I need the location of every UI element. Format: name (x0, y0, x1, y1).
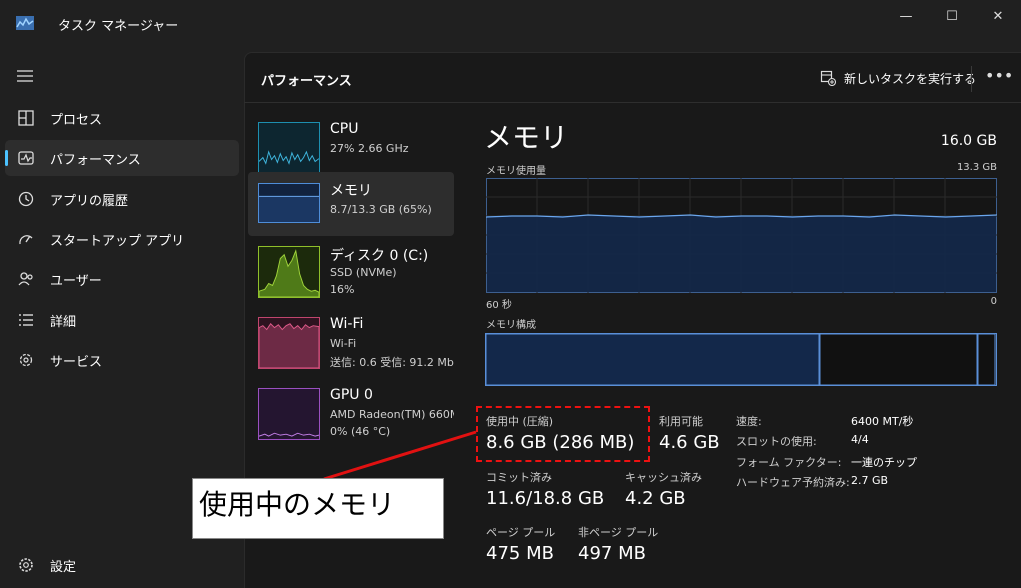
nonpaged-pool-label: 非ページ プール (578, 526, 659, 539)
processes-icon (18, 110, 34, 126)
spec-key: スロットの使用: (736, 435, 817, 448)
new-task-icon (820, 70, 836, 86)
committed-label: コミット済み (486, 471, 552, 484)
resource-item-disk[interactable]: ディスク 0 (C:) SSD (NVMe) 16% (248, 242, 454, 306)
run-new-task-label: 新しいタスクを実行する (844, 71, 977, 86)
memory-usage-graph (486, 178, 997, 293)
run-new-task-button[interactable]: 新しいタスクを実行する (820, 68, 976, 88)
cached-label: キャッシュ済み (625, 471, 702, 484)
resource-name: GPU 0 (330, 387, 373, 403)
paged-pool-value: 475 MB (486, 543, 554, 564)
x-axis-left-label: 60 秒 (486, 300, 512, 311)
minimize-button[interactable]: — (883, 0, 929, 32)
spec-value: 6400 MT/秒 (851, 415, 914, 428)
sidebar-item-label: スタートアップ アプリ (50, 234, 185, 249)
resource-subtitle: AMD Radeon(TM) 660M (330, 408, 454, 421)
sidebar-item-processes[interactable]: プロセス (5, 100, 239, 136)
resource-item-memory[interactable]: メモリ 8.7/13.3 GB (65%) (248, 172, 454, 236)
resource-subtitle: 27% 2.66 GHz (330, 142, 409, 155)
spec-key: ハードウェア予約済み: (736, 476, 850, 489)
annotation-arrow-line (323, 430, 477, 481)
available-label: 利用可能 (659, 415, 703, 428)
spec-value: 一連のチップ (851, 456, 917, 469)
task-manager-app-icon (16, 16, 34, 30)
page-title: パフォーマンス (261, 74, 352, 89)
sidebar-item-label: アプリの履歴 (50, 194, 129, 209)
memory-composition-bar (485, 333, 997, 386)
spec-value: 4/4 (851, 433, 869, 446)
sidebar-item-performance[interactable]: パフォーマンス (5, 140, 239, 176)
sidebar-item-users[interactable]: ユーザー (5, 261, 239, 297)
window-title: タスク マネージャー (58, 19, 179, 34)
sidebar-item-label: プロセス (50, 113, 103, 128)
x-axis-right-label: 0 (990, 296, 997, 307)
gear-icon (19, 558, 33, 572)
sidebar-item-label: 詳細 (50, 315, 77, 330)
composition-segment-in-use (485, 333, 820, 386)
sidebar-item-settings[interactable]: 設定 (5, 547, 239, 583)
sidebar-item-services[interactable]: サービス (5, 342, 239, 378)
startup-icon (19, 235, 33, 245)
sidebar-item-details[interactable]: 詳細 (5, 302, 239, 338)
resource-item-wifi[interactable]: Wi-Fi Wi-Fi 送信: 0.6 受信: 91.2 Mb (248, 313, 454, 377)
gpu-mini-graph (258, 388, 320, 440)
details-icon (19, 314, 33, 326)
annotation-highlight-box (476, 406, 650, 462)
settings-label: 設定 (50, 560, 77, 575)
spec-value: 2.7 GB (851, 474, 889, 487)
resource-throughput: 送信: 0.6 受信: 91.2 Mb (330, 356, 454, 369)
spec-key: 速度: (736, 415, 762, 428)
composition-segment-standby (819, 333, 978, 386)
users-icon (18, 272, 33, 286)
resource-name: メモリ (330, 183, 372, 199)
resource-subtitle: 8.7/13.3 GB (65%) (330, 203, 432, 216)
composition-label: メモリ構成 (486, 320, 536, 331)
hamburger-icon[interactable] (16, 69, 34, 83)
resource-subtitle: Wi-Fi (330, 337, 357, 350)
resource-subtitle: SSD (NVMe) (330, 266, 397, 279)
detail-title: メモリ (484, 121, 569, 154)
sidebar-item-label: サービス (50, 355, 103, 370)
sidebar-item-startup-apps[interactable]: スタートアップ アプリ (5, 221, 239, 257)
nonpaged-pool-value: 497 MB (578, 543, 646, 564)
cpu-mini-graph (258, 122, 320, 174)
performance-icon (18, 151, 34, 165)
available-value: 4.6 GB (659, 432, 720, 453)
resource-name: CPU (330, 121, 359, 137)
resource-name: ディスク 0 (C:) (330, 248, 429, 264)
usage-graph-max: 13.3 GB (956, 162, 997, 173)
paged-pool-label: ページ プール (486, 526, 556, 539)
usage-graph-label: メモリ使用量 (486, 166, 546, 177)
header-divider (244, 102, 1021, 103)
spec-key: フォーム ファクター: (736, 456, 842, 469)
header-vertical-divider (971, 66, 972, 92)
memory-total: 16.0 GB (940, 133, 997, 149)
services-icon (19, 353, 33, 367)
disk-mini-graph (258, 246, 320, 298)
active-indicator (5, 150, 8, 166)
composition-segment-free (977, 333, 996, 386)
sidebar-item-app-history[interactable]: アプリの履歴 (5, 181, 239, 217)
cached-value: 4.2 GB (625, 488, 686, 509)
resource-usage: 16% (330, 283, 355, 296)
memory-mini-graph (258, 183, 320, 223)
wifi-mini-graph (258, 317, 320, 369)
committed-value: 11.6/18.8 GB (486, 488, 605, 509)
sidebar-item-label: パフォーマンス (50, 153, 141, 168)
resource-name: Wi-Fi (330, 316, 364, 332)
sidebar-item-label: ユーザー (50, 274, 102, 289)
maximize-button[interactable]: ☐ (929, 0, 975, 32)
close-button[interactable]: ✕ (975, 0, 1021, 32)
annotation-text: 使用中のメモリ (199, 488, 396, 521)
history-icon (18, 191, 34, 207)
more-options-button[interactable]: ••• (985, 66, 1013, 90)
usage-area (487, 216, 996, 292)
